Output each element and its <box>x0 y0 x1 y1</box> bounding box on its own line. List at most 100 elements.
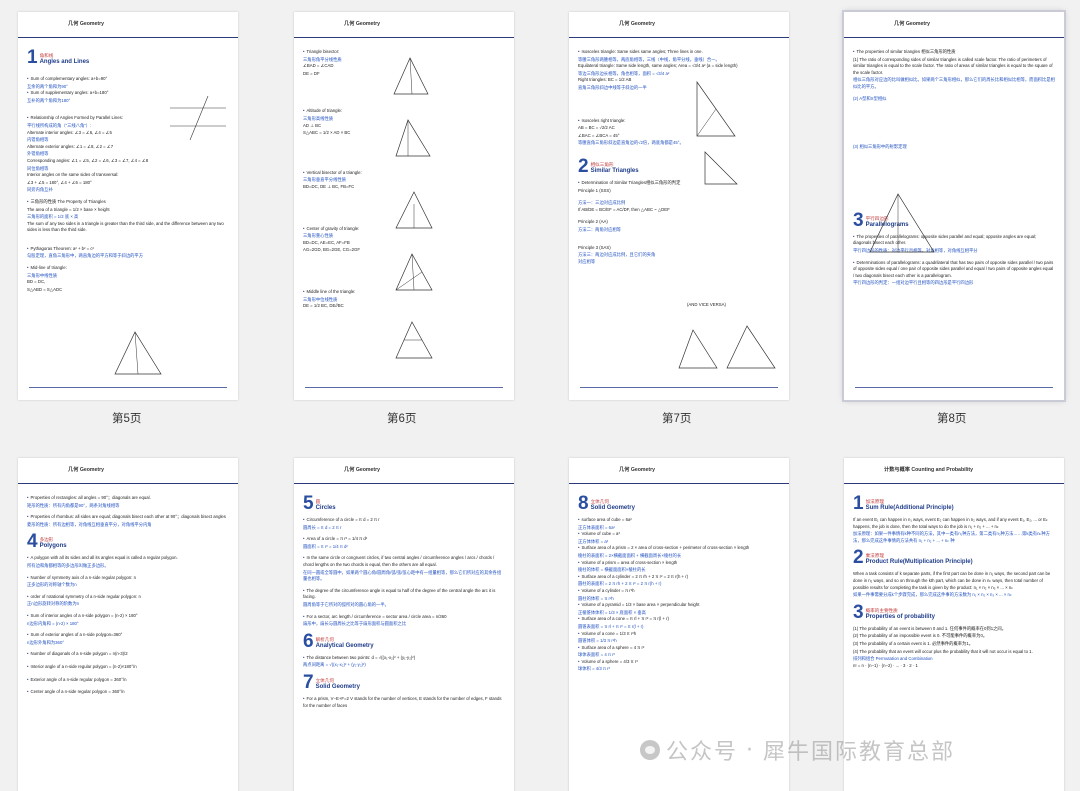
text-line: 球体表面积 = 4 π r² <box>578 652 615 658</box>
text-line: (1) The ratio of corresponding sides of … <box>853 56 1053 75</box>
text-line: Determination of Similar Triangles相似三角形的… <box>578 180 780 187</box>
section-number: 5 <box>303 493 314 514</box>
text-line: Number of symmetry axis of a n-side regu… <box>27 575 229 582</box>
text-line: Triangle bisector: <box>303 49 505 56</box>
section-heading: 8 立体几何 Solid Geometry <box>578 493 780 514</box>
text-line: DE = 1/2 BC, DE//BC <box>303 303 344 309</box>
page-header: 几何 Geometry <box>569 458 789 484</box>
text-line: Interior angles on the same sides of tra… <box>27 172 119 178</box>
section-title-en: Sum Rule(Additional Principle) <box>865 505 954 511</box>
page-thumbnail-7[interactable]: 几何 Geometry Isosceles triangle: Same sid… <box>569 12 789 400</box>
text-line: Number of diagonals of a n-side polygon … <box>27 651 229 658</box>
text-line: The sum of any two sides in a triangle i… <box>27 220 224 233</box>
section-number: 6 <box>303 630 314 652</box>
text-line: Determinations of parallelograms: a quad… <box>853 260 1055 280</box>
text-line: 正方体表面积 = 6a² <box>578 524 615 530</box>
text-line: 两点间距离 = √((x₁-x₂)² + (y₁-y₂)²) <box>303 662 366 668</box>
text-line: Properties of rectangles: all angles = 9… <box>27 495 229 502</box>
section-title-en: Similar Triangles <box>590 167 639 174</box>
page-thumbnail-8[interactable]: 几何 Geometry The properties of similar tr… <box>844 12 1064 400</box>
text-line: Principle 2 (AA) <box>578 219 608 225</box>
section-number: 7 <box>303 671 314 693</box>
text-line: 方法一：三边对应成比例 <box>578 200 626 206</box>
text-line: Altitude of triangle: <box>303 108 505 115</box>
page-header: 几何 Geometry <box>844 12 1064 38</box>
text-line: 互余的两个角和为90° <box>27 83 68 89</box>
text-line: Volume of a cone = 1/3 π r²h <box>578 631 780 638</box>
text-line: order of rotational symmetry of a n-side… <box>27 594 229 601</box>
page-thumbnail-9[interactable]: 几何 Geometry Properties of rectangles: al… <box>18 458 238 791</box>
page-thumbnail-6[interactable]: 几何 Geometry Triangle bisector: 三角形角平分线性质… <box>294 12 514 400</box>
text-line: 在同一圆或全等圆中，如果两个圆心角/圆周角/弧/弦/弦心距中有一组量相等，那么它… <box>303 569 502 582</box>
text-line: n! = n · (n−1) · (n−2) · ... · 3 · 2 · 1 <box>853 662 918 668</box>
section-number: 1 <box>27 47 38 68</box>
page-header-title: 几何 Geometry <box>894 21 931 27</box>
section-title-en: Properties of probability <box>865 613 935 620</box>
page-footer-rule <box>305 387 503 388</box>
section-heading: 1 加法原理 Sum Rule(Additional Principle) <box>853 494 1055 513</box>
text-line: 如果一件事需要分成k个步骤完成，那么完成这件事的方法数为 n₁ × n₂ × n… <box>853 592 1012 598</box>
text-line: 加法原理：如果一件事情有k种不同的方法，其中一类有n₁种方法，第二类有n₂种方法… <box>853 531 1050 543</box>
text-line: 圆周角等于它所对的弧所对的圆心角的一半。 <box>303 601 389 607</box>
text-line: The distance between two points: d = √((… <box>303 655 505 662</box>
section-number: 2 <box>578 155 589 177</box>
text-line: Vertical bisector of a triangle: <box>303 170 505 177</box>
text-line: 矩形的性质：所有内角都是90°，两条对角线相等 <box>27 502 120 508</box>
text-line: 方法二：两角对应相等 <box>578 226 621 232</box>
text-line: Interior angle of a n-side regular polyg… <box>27 664 229 671</box>
text-line: Sum of interior angles of a n-side polyg… <box>27 613 229 620</box>
text-line: 勾股定理，直角三角形中，两直角边的平方和等于斜边的平方 <box>27 253 144 259</box>
text-line: Isosceles triangle: Same sides same angl… <box>578 49 780 56</box>
text-line: Alternate exterior angles: ∠1 = ∠8, ∠2 =… <box>27 143 114 149</box>
text-line: Circumference of a circle = π d = 2 π r <box>303 517 505 524</box>
text-line: 圆面积 = π r² = 1/4 π d² <box>303 543 348 549</box>
page-header: 计数与概率 Counting and Probability <box>844 458 1064 484</box>
text-line: 等边三角形边长相等，角也相等，面积 = √3/4 a² <box>578 70 670 76</box>
triangle-figure <box>677 324 777 370</box>
text-line: (1) The probability of an event is betwe… <box>853 625 1007 631</box>
text-line: Surface area of a cone = π rl + π r² = π… <box>578 616 780 623</box>
section-heading: 1 角和线 Angles and Lines <box>27 47 229 68</box>
section-title-en: Angles and Lines <box>39 59 90 65</box>
watermark: 公众号 · 犀牛国际教育总部 <box>640 734 955 766</box>
text-line: 圆柱的表面积 = 2 π rh + 2 π r² = 2 π r(h + r) <box>578 581 662 587</box>
page-thumbnail-5[interactable]: 几何 Geometry 1 角和线Angles and Lines Sum of… <box>18 12 238 400</box>
text-line: The degree of the circumference angle is… <box>303 588 505 601</box>
page-caption-7: 第7页 <box>662 413 692 425</box>
text-line: Pythagoras Theorem: a² + b² = c² <box>27 246 229 253</box>
text-line: (AND VICE VERSA) <box>687 302 726 307</box>
text-line: Corresponding angles: ∠1 = ∠5, ∠2 = ∠6, … <box>27 157 149 163</box>
text-line: Surface area of a sphere = 4 π r² <box>578 645 780 652</box>
section-number: 8 <box>578 493 589 514</box>
text-line: Volume of a sphere = 4/3 π r³ <box>578 659 780 666</box>
section-number: 3 <box>853 601 864 623</box>
text-line: Surface area of a prism = 2 × area of cr… <box>578 545 780 552</box>
text-line: 方法三：两边对应成比例，且它们的夹角对应相等 <box>578 252 656 264</box>
text-line: Mid-line of triangle: <box>27 265 229 272</box>
page-header-title: 几何 Geometry <box>619 467 656 473</box>
text-line: S△ABD = S△ADC <box>27 286 63 292</box>
triangle-figure <box>392 56 432 96</box>
page-header-title: 计数与概率 Counting and Probability <box>884 467 974 473</box>
section-heading: 7 立体几何 Solid Geometry <box>303 671 505 693</box>
text-line: Sum of complementary angles: a+b=90° <box>27 76 229 83</box>
text-line: 同旁内角互补 <box>27 187 53 193</box>
text-line: Equilateral triangle: Same side length, … <box>578 63 738 69</box>
text-line: 排列和组合 Permutation and Combination <box>853 656 933 662</box>
page-thumbnail-10[interactable]: 几何 Geometry 5 圆Circles Circumference of … <box>294 458 514 791</box>
text-line: For a prism, V−E+F=2 V stands for the nu… <box>303 696 505 709</box>
section-title-en: Analytical Geometry <box>315 642 374 649</box>
page-footer-rule <box>855 387 1053 388</box>
page-caption-8: 第8页 <box>937 413 967 425</box>
text-line: 三角形垂直平分线性质 <box>303 177 346 183</box>
text-line: Area of a circle = π r² = 1/4 π d² <box>303 536 505 543</box>
text-line: (2) A型和X型相似 <box>853 95 887 101</box>
text-line: (4) The probability that an event will o… <box>853 648 1033 654</box>
page-header: 几何 Geometry <box>569 12 789 38</box>
section-number: 4 <box>27 531 38 553</box>
section-number: 2 <box>853 547 864 569</box>
page-header-title: 几何 Geometry <box>68 21 105 27</box>
text-line: When a task consists of k separate parts… <box>853 571 1051 590</box>
text-line: 圆锥表面积 = π rl + π r² = π r(l + r) <box>578 623 644 629</box>
section-heading: 6 解析几何 Analytical Geometry <box>303 630 505 652</box>
